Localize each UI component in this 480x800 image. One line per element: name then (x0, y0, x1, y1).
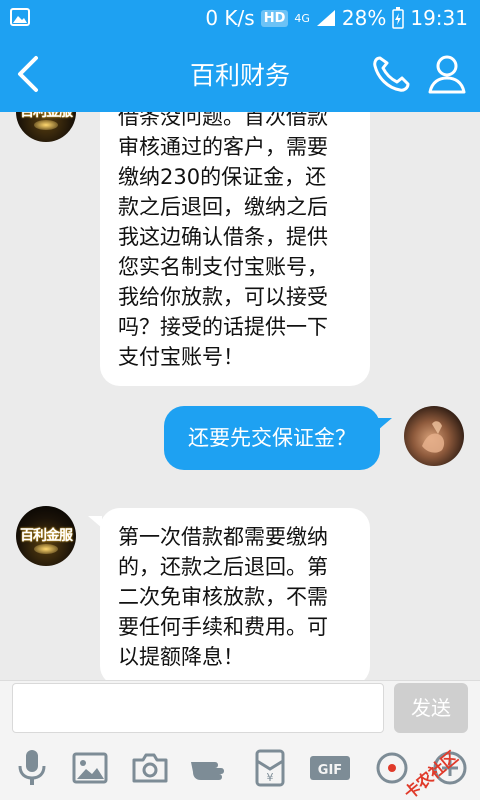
message-line: 二次免审核放款，不需 (118, 585, 328, 609)
avatar[interactable]: 百利金服 (16, 506, 76, 566)
network-type: 4G (294, 11, 310, 25)
svg-text:¥: ¥ (267, 771, 274, 784)
svg-text:GIF: GIF (318, 763, 342, 778)
message-line: 吗？接受的话提供一下 (118, 315, 328, 339)
message-line: 款之后退回，缴纳之后 (118, 195, 328, 219)
message-line: 要任何手续和费用。可 (118, 615, 328, 639)
user-avatar[interactable] (404, 406, 464, 466)
red-packet-icon[interactable]: ¥ (248, 748, 292, 788)
message-bubble-outgoing[interactable]: 还要先交保证金？ (164, 406, 380, 470)
phone-icon[interactable] (368, 52, 414, 96)
message-line: 我这边确认借条，提供 (118, 225, 328, 249)
gallery-notification-icon (10, 8, 30, 26)
gif-icon[interactable]: GIF (308, 748, 352, 788)
battery-icon (392, 7, 405, 29)
message-line: 的，还款之后退回。第 (118, 555, 328, 579)
microphone-icon[interactable] (10, 748, 54, 788)
message-line: 审核通过的客户，需要 (118, 135, 328, 159)
poke-icon[interactable] (188, 748, 232, 788)
profile-icon[interactable] (424, 52, 470, 96)
network-speed: 0 K/s (205, 6, 255, 30)
clock: 19:31 (410, 6, 468, 30)
avatar[interactable]: 百利金服 (16, 112, 76, 142)
message-line: 第一次借款都需要缴纳 (118, 525, 328, 549)
message-bubble-incoming[interactable]: 借条没问题。首次借款 审核通过的客户，需要 缴纳230的保证金，还 款之后退回，… (100, 112, 370, 386)
status-bar: 0 K/s HD 4G 28% 19:31 (0, 0, 480, 36)
hd-badge: HD (260, 9, 289, 27)
message-list[interactable]: 百利金服 借条没问题。首次借款 审核通过的客户，需要 缴纳230的保证金，还 款… (0, 112, 480, 680)
message-line: 借条没问题。首次借款 (118, 112, 328, 129)
image-icon[interactable] (68, 748, 112, 788)
message-line: 以提额降息！ (118, 645, 244, 669)
input-bar: 发送 (0, 680, 480, 736)
message-input[interactable] (12, 683, 384, 733)
message-bubble-incoming[interactable]: 第一次借款都需要缴纳 的，还款之后退回。第 二次免审核放款，不需 要任何手续和费… (100, 508, 370, 680)
avatar-logo-text: 百利金服 (20, 528, 73, 544)
message-line: 缴纳230的保证金，还 (118, 165, 327, 189)
send-button[interactable]: 发送 (394, 683, 468, 733)
battery-percent: 28% (341, 6, 387, 30)
camera-icon[interactable] (128, 748, 172, 788)
message-line: 我给你放款，可以接受 (118, 285, 328, 309)
chat-header: 百利财务 (0, 36, 480, 112)
hand-heart-photo (422, 421, 445, 453)
message-line: 您实名制支付宝账号， (118, 255, 328, 279)
message-line: 支付宝账号！ (118, 345, 244, 369)
signal-icon (316, 10, 335, 26)
message-line: 还要先交保证金？ (188, 426, 356, 450)
